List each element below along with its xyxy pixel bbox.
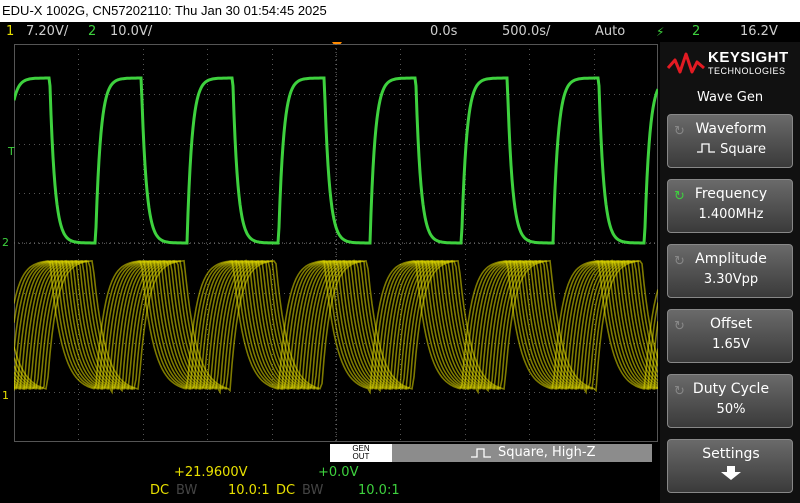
ch1-ground-marker[interactable]: 1 [2, 390, 9, 401]
gen-status-text: Square, High-Z [498, 445, 596, 460]
ch1-scale[interactable]: 7.20V/ [26, 22, 68, 42]
amplitude-softkey[interactable]: ↻ Amplitude 3.30Vpp [667, 244, 793, 298]
keysight-wave-icon [666, 52, 705, 74]
menu-title: Wave Gen [696, 90, 764, 105]
ch2-probe: 10.0:1 [358, 483, 400, 498]
frequency-softkey[interactable]: ↻ Frequency 1.400MHz [667, 179, 793, 233]
ch2-scale[interactable]: 10.0V/ [110, 22, 152, 42]
ch2-number[interactable]: 2 [88, 22, 96, 42]
gen-status-bar: Square, High-Z [392, 444, 652, 462]
time-scale[interactable]: 500.0s/ [502, 22, 550, 42]
softkey-panel: KEYSIGHT TECHNOLOGIES Wave Gen ↻ Wavefor… [660, 42, 800, 503]
square-wave-icon [471, 448, 491, 458]
trigger-mode[interactable]: Auto [595, 22, 625, 42]
ch2-offset[interactable]: +0.0V [318, 465, 358, 480]
window-title: EDU-X 1002G, CN57202110: Thu Jan 30 01:5… [0, 0, 800, 22]
time-delay[interactable]: 0.0s [430, 22, 457, 42]
ch1-probe: 10.0:1 [228, 483, 270, 498]
ch2-ground-marker[interactable]: 2 [2, 237, 9, 248]
offset-softkey[interactable]: ↻ Offset 1.65V [667, 309, 793, 363]
down-arrow-icon [721, 466, 741, 480]
ch2-bw-limit: BW [302, 483, 324, 498]
keysight-logo: KEYSIGHT TECHNOLOGIES [660, 42, 800, 84]
trigger-level-marker[interactable]: T [8, 146, 15, 157]
settings-softkey[interactable]: Settings [667, 439, 793, 493]
trigger-source[interactable]: 2 [692, 22, 700, 42]
trigger-edge-icon: ⚡︎ [656, 25, 665, 39]
gen-out-badge[interactable]: GEN OUT [330, 444, 392, 462]
ch1-number[interactable]: 1 [6, 22, 14, 42]
ch2-coupling: DC [276, 483, 296, 498]
ch2-trace [14, 76, 658, 245]
duty-cycle-softkey[interactable]: ↻ Duty Cycle 50% [667, 374, 793, 428]
trigger-level[interactable]: 16.2V [740, 22, 778, 42]
ch1-bw-limit: BW [176, 483, 198, 498]
ch1-coupling: DC [150, 483, 170, 498]
waveform-traces [14, 76, 658, 395]
waveform-display[interactable] [14, 44, 658, 442]
status-bar: 1 7.20V/ 2 10.0V/ 0.0s 500.0s/ Auto ⚡︎ 2… [0, 22, 800, 42]
square-wave-icon [697, 143, 716, 153]
ch1-offset[interactable]: +21.9600V [174, 465, 248, 480]
wavegen-status-row: GEN OUT Square, High-Z [14, 444, 658, 464]
waveform-softkey[interactable]: ↻ Waveform Square [667, 114, 793, 168]
